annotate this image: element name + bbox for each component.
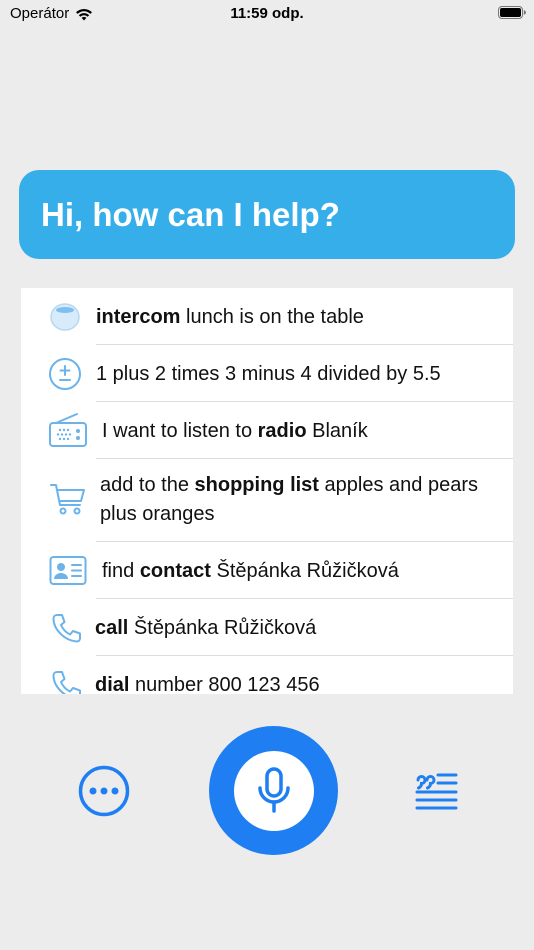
status-time: 11:59 odp. bbox=[230, 5, 304, 22]
homepod-icon bbox=[47, 301, 83, 333]
list-item[interactable]: find contact Štěpánka Růžičková bbox=[21, 542, 513, 599]
list-item-text: call Štěpánka Růžičková bbox=[95, 617, 317, 639]
plus-minus-icon bbox=[47, 357, 83, 391]
greeting-text: Hi, how can I help? bbox=[41, 195, 340, 233]
status-bar: Operátor 11:59 odp. bbox=[0, 0, 534, 30]
list-item[interactable]: call Štěpánka Růžičková bbox=[21, 599, 513, 656]
phone-icon bbox=[48, 668, 84, 694]
list-item-text: dial number 800 123 456 bbox=[95, 674, 320, 694]
greeting-banner: Hi, how can I help? bbox=[19, 170, 515, 259]
list-item-text: I want to listen to radio Blaník bbox=[102, 420, 368, 442]
list-item[interactable]: dial number 800 123 456 bbox=[21, 656, 513, 694]
microphone-icon bbox=[257, 766, 290, 813]
list-item[interactable]: 1 plus 2 times 3 minus 4 divided by 5.5 bbox=[21, 345, 513, 402]
microphone-button[interactable] bbox=[209, 726, 338, 855]
contact-card-icon bbox=[48, 554, 88, 588]
radio-icon bbox=[48, 412, 88, 448]
list-item[interactable]: add to the shopping list apples and pear… bbox=[21, 459, 513, 542]
list-item-text: add to the shopping list apples and pear… bbox=[100, 474, 478, 525]
more-button[interactable] bbox=[78, 765, 130, 817]
phone-icon bbox=[48, 611, 84, 645]
list-item-text: find contact Štěpánka Růžičková bbox=[102, 560, 399, 582]
examples-list[interactable]: intercom lunch is on the table 1 plus 2 … bbox=[21, 288, 513, 694]
battery-icon bbox=[498, 6, 526, 19]
list-item-text: intercom lunch is on the table bbox=[96, 306, 364, 328]
quotes-button[interactable] bbox=[414, 770, 458, 810]
ellipsis-circle-icon bbox=[78, 765, 130, 817]
microphone-button-inner bbox=[233, 750, 314, 831]
list-item[interactable]: I want to listen to radio Blaník bbox=[21, 402, 513, 459]
list-item[interactable]: intercom lunch is on the table bbox=[21, 288, 513, 345]
quote-text-icon bbox=[415, 773, 458, 810]
cart-icon bbox=[48, 481, 88, 517]
list-item-text: 1 plus 2 times 3 minus 4 divided by 5.5 bbox=[96, 363, 441, 385]
